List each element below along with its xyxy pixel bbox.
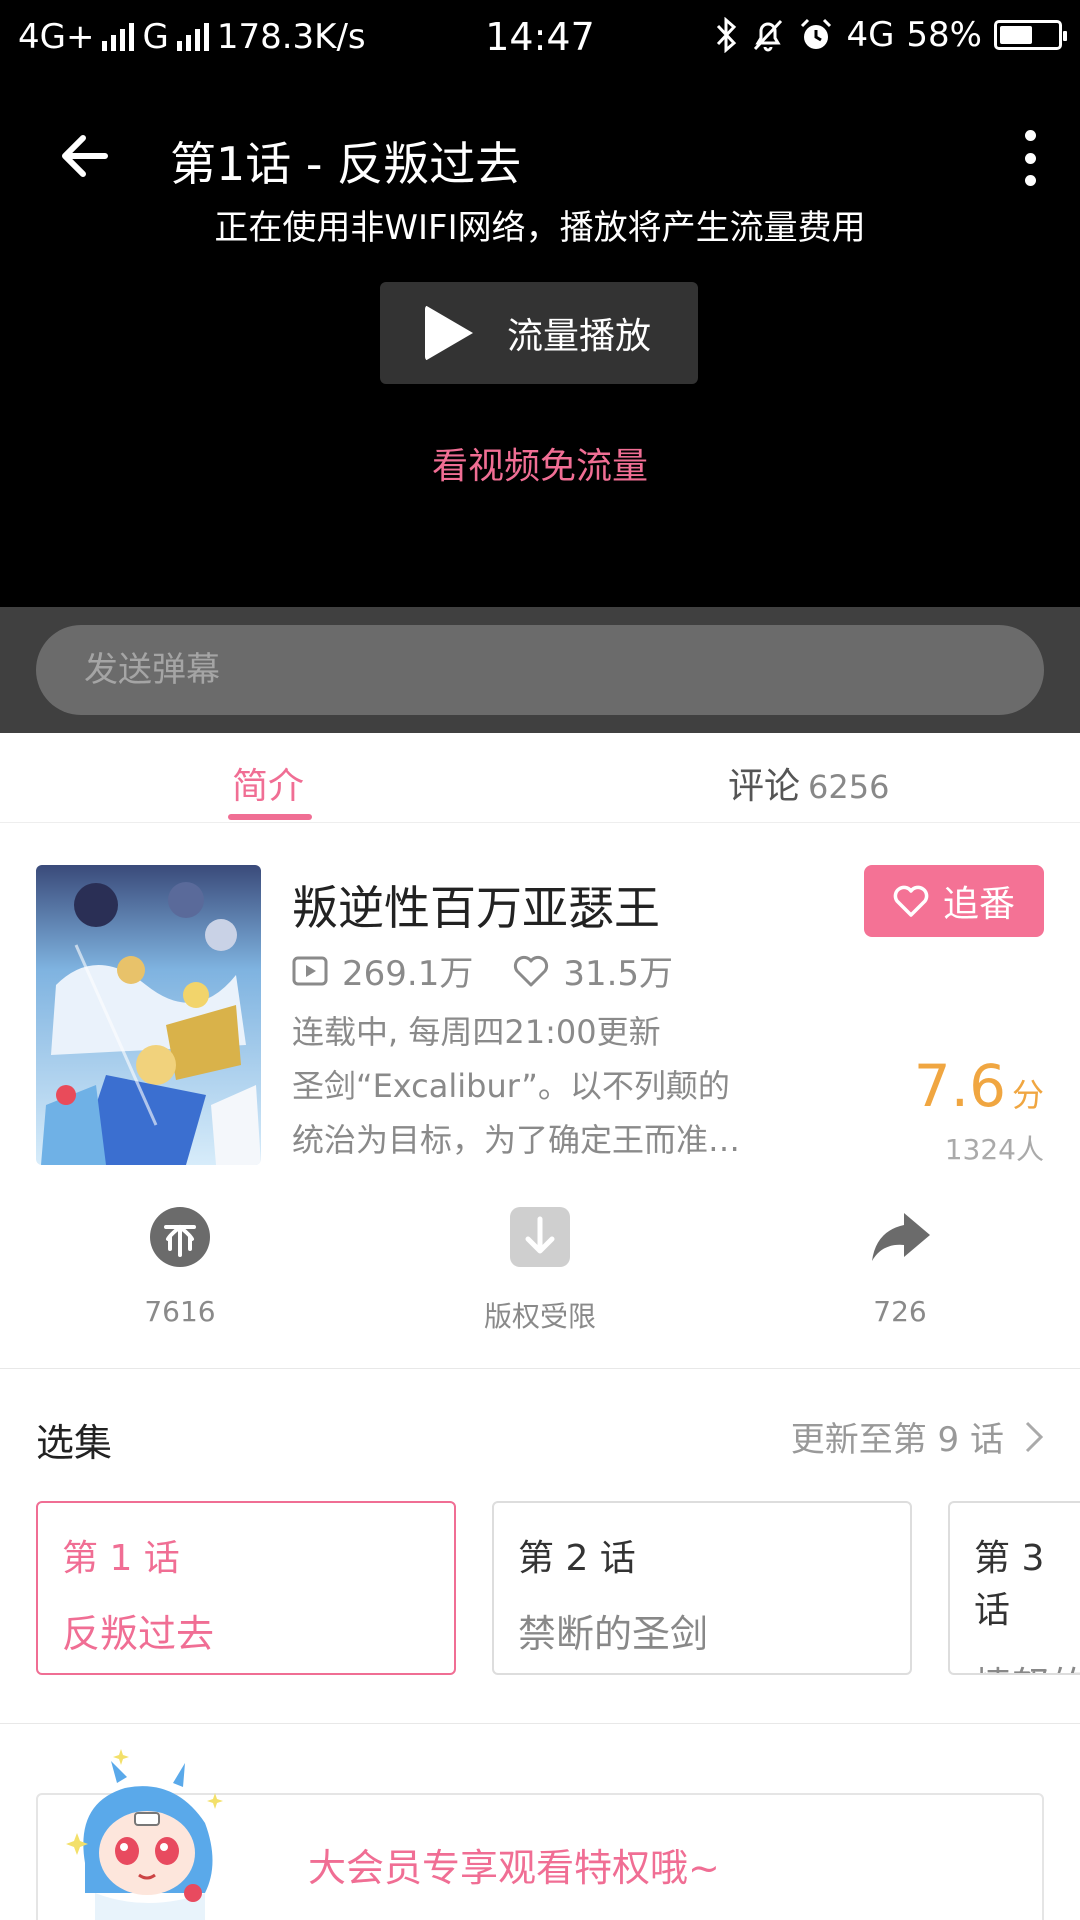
active-tab-indicator (228, 814, 312, 820)
score-unit: 分 (1011, 1076, 1044, 1114)
free-data-link[interactable]: 看视频免流量 (0, 437, 1080, 489)
back-arrow-icon[interactable] (55, 126, 115, 186)
play-count-icon (292, 956, 328, 985)
episode-number: 第 2 话 (518, 1538, 636, 1579)
danmaku-input[interactable] (36, 625, 1044, 715)
vip-banner-text: 大会员专享观看特权哦~ (308, 1846, 720, 1890)
follow-label: 追番 (942, 884, 1015, 925)
mute-bell-icon (754, 19, 783, 52)
divider (0, 1368, 1080, 1369)
show-cover-image[interactable] (36, 865, 261, 1165)
video-player[interactable]: 4G+ G 178.3K/s 14:47 4G 58% 第1话 - 反叛过去 正… (0, 0, 1080, 607)
episode-card[interactable]: 第 2 话 禁断的圣剑 (492, 1501, 912, 1675)
episode-card[interactable]: 第 1 话 反叛过去 (36, 1501, 456, 1675)
divider (0, 1723, 1080, 1724)
episode-title: 第1话 - 反叛过去 (170, 137, 522, 191)
play-count: 269.1万 (292, 946, 473, 995)
episode-number: 第 1 话 (62, 1538, 180, 1579)
detail-tabs: 简介 评论 6256 (0, 733, 1080, 823)
more-options-icon[interactable] (1010, 130, 1050, 186)
show-stats: 269.1万 31.5万 (292, 946, 673, 995)
danmaku-bar (0, 607, 1080, 733)
status-bar: 4G+ G 178.3K/s 14:47 4G 58% (0, 0, 1080, 75)
download-icon (510, 1207, 570, 1267)
episode-card[interactable]: 第 3 话 愤怒的 (948, 1501, 1080, 1675)
player-top-bar: 第1话 - 反叛过去 (0, 120, 1080, 191)
alarm-icon (801, 18, 832, 49)
tab-intro[interactable]: 简介 (232, 757, 304, 809)
rating-score[interactable]: 7.6 分 (914, 1052, 1044, 1120)
share-arrow-icon (872, 1213, 930, 1261)
show-description-line[interactable]: 统治为目标，为了确定王而准… (292, 1115, 822, 1161)
like-count-value: 31.5万 (563, 954, 674, 994)
network-warning: 正在使用非WIFI网络，播放将产生流量费用 (214, 208, 866, 248)
episode-name: 禁断的圣剑 (518, 1612, 709, 1656)
network-type-3: 4G (846, 15, 895, 55)
share-button[interactable]: 726 (800, 1205, 1000, 1328)
show-description-line[interactable]: 圣剑“Excalibur”。以不列颠的 (292, 1061, 822, 1107)
heart-outline-icon (514, 955, 549, 986)
share-count: 726 (873, 1295, 927, 1328)
episode-name: 愤怒的 (974, 1655, 1080, 1673)
comments-count: 6256 (808, 768, 890, 806)
play-count-value: 269.1万 (342, 954, 474, 994)
status-right: 4G 58% (714, 15, 1067, 55)
play-icon (425, 305, 473, 361)
coin-count: 7616 (144, 1295, 216, 1328)
chevron-right-icon (1025, 1421, 1044, 1452)
play-with-data-button[interactable]: 流量播放 (380, 282, 698, 384)
episodes-update-info: 更新至第 9 话 (790, 1420, 1004, 1460)
episode-number: 第 3 话 (974, 1538, 1045, 1631)
download-button[interactable]: 版权受限 (440, 1205, 640, 1335)
play-with-data-label: 流量播放 (507, 316, 652, 357)
score-value: 7.6 (913, 1052, 1006, 1120)
rater-count: 1324人 (944, 1133, 1044, 1166)
action-row: 7616 版权受限 726 (0, 1205, 1080, 1370)
heart-icon (893, 885, 929, 917)
mascot-illustration (66, 1749, 223, 1920)
download-label: 版权受限 (483, 1300, 596, 1333)
tab-comments-label: 评论 (728, 766, 801, 807)
battery-percent: 58% (906, 15, 982, 55)
like-count: 31.5万 (513, 946, 673, 995)
bluetooth-icon (717, 17, 737, 53)
show-title: 叛逆性百万亚瑟王 (292, 881, 660, 935)
tab-comments[interactable]: 评论 6256 (728, 757, 889, 809)
show-schedule: 连载中, 每周四21:00更新 (292, 1013, 661, 1051)
coin-button[interactable]: 7616 (80, 1205, 280, 1328)
episode-name: 反叛过去 (62, 1612, 215, 1656)
episodes-more-link[interactable]: 更新至第 9 话 (791, 1412, 1044, 1461)
episodes-heading: 选集 (36, 1421, 113, 1465)
coin-icon (150, 1207, 210, 1267)
battery-icon (994, 20, 1067, 50)
battery-level (1000, 26, 1032, 44)
follow-button[interactable]: 追番 (864, 865, 1044, 937)
